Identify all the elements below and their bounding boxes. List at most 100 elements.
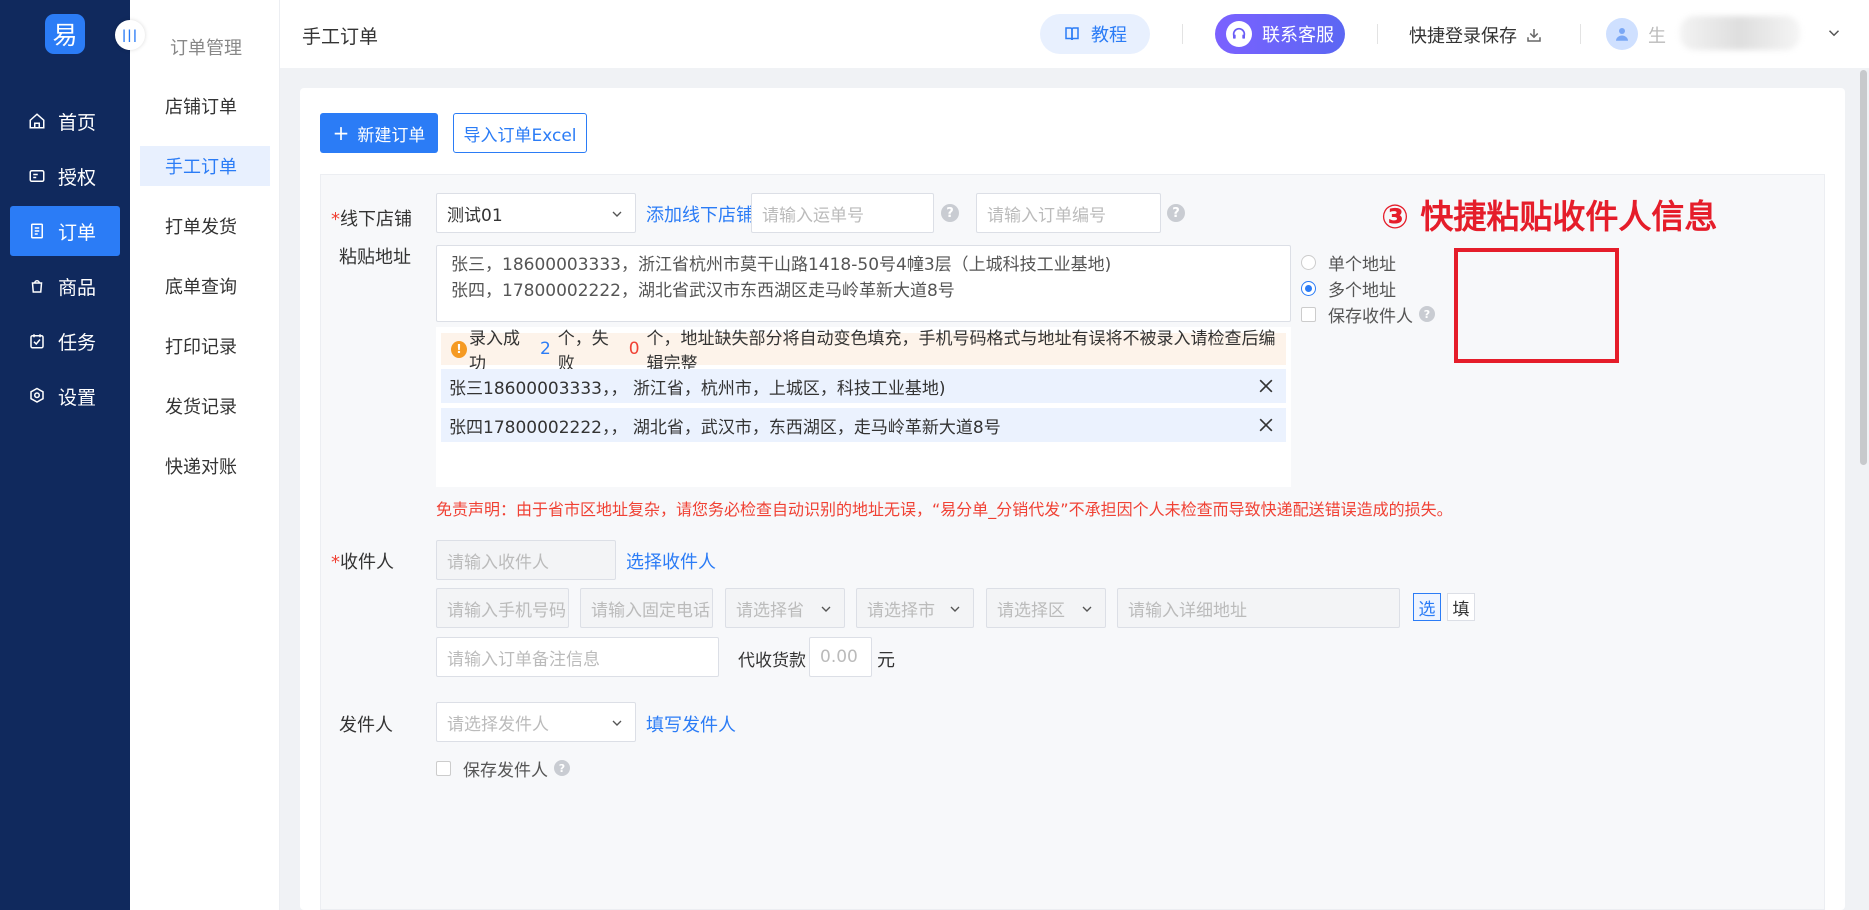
- sub-menu: 店铺订单 手工订单 打单发货 底单查询 打印记录 发货记录 快递对账: [140, 86, 270, 506]
- nav-label: 设置: [58, 386, 97, 409]
- header-divider: [1580, 24, 1581, 44]
- sub-item-print-records[interactable]: 打印记录: [140, 326, 270, 366]
- sub-item-manual-orders[interactable]: 手工订单: [140, 146, 270, 186]
- sender-label: 发件人: [339, 715, 393, 736]
- district-select[interactable]: 请选择区: [986, 588, 1106, 628]
- annotation-text: ③ 快捷粘贴收件人信息: [1381, 197, 1718, 236]
- nav-item-task[interactable]: 任务: [10, 316, 120, 366]
- sub-sidebar: ||| 订单管理 店铺订单 手工订单 打单发货 底单查询 打印记录 发货记录 快…: [115, 0, 280, 910]
- paste-address-textarea[interactable]: 张三，18600003333，浙江省杭州市莫干山路1418-50号4幢3层（上城…: [436, 245, 1291, 322]
- quick-login-save[interactable]: 快捷登录保存: [1409, 22, 1543, 48]
- chevron-down-icon: [821, 606, 831, 612]
- sub-item-ship-records[interactable]: 发货记录: [140, 386, 270, 426]
- plus-icon: +: [332, 121, 350, 145]
- help-icon[interactable]: ?: [554, 760, 570, 776]
- user-icon: [1616, 28, 1628, 41]
- cod-unit: 元: [877, 650, 895, 671]
- paste-line: 张三，18600003333，浙江省杭州市莫干山路1418-50号4幢3层（上城…: [451, 255, 1112, 275]
- sub-item-express-reconcile[interactable]: 快递对账: [140, 446, 270, 486]
- new-order-button[interactable]: + 新建订单: [320, 113, 438, 153]
- receiver-label: *收件人: [331, 552, 394, 573]
- nav-label: 首页: [58, 111, 97, 134]
- chevron-down-icon: [612, 211, 622, 217]
- header-divider: [1377, 24, 1378, 44]
- select-address-button[interactable]: 选: [1413, 593, 1441, 621]
- nav-item-settings[interactable]: 设置: [10, 371, 120, 421]
- download-icon: [1527, 29, 1541, 42]
- order-icon: [31, 223, 43, 239]
- page-title: 手工订单: [302, 26, 379, 48]
- nav-item-home[interactable]: 首页: [10, 96, 120, 146]
- fill-sender-link[interactable]: 填写发件人: [646, 711, 736, 737]
- tutorial-button[interactable]: 教程: [1040, 14, 1150, 54]
- contact-support-button[interactable]: 联系客服: [1215, 14, 1345, 54]
- user-name: 生: [1648, 26, 1666, 47]
- checkbox: [1301, 306, 1316, 322]
- help-icon[interactable]: ?: [941, 204, 959, 222]
- help-icon[interactable]: ?: [1419, 306, 1435, 322]
- headset-icon: [1226, 21, 1252, 47]
- sub-item-waybill-query[interactable]: 底单查询: [140, 266, 270, 306]
- collapse-sidebar-button[interactable]: |||: [115, 20, 145, 50]
- page-scrollbar[interactable]: [1860, 70, 1867, 465]
- checkbox: [436, 760, 451, 776]
- header-divider: [1182, 24, 1183, 44]
- close-icon[interactable]: [1256, 376, 1276, 396]
- cod-label: 代收货款: [738, 651, 806, 671]
- app-logo[interactable]: 易: [45, 14, 85, 54]
- new-order-label: 新建订单: [357, 125, 426, 146]
- sub-item-store-orders[interactable]: 店铺订单: [140, 86, 270, 126]
- multiple-address-radio[interactable]: 多个地址: [1301, 275, 1435, 301]
- fill-address-button[interactable]: 填: [1447, 593, 1475, 621]
- order-number-input[interactable]: 请输入订单编号: [976, 193, 1161, 233]
- paste-address-label: 粘贴地址: [339, 247, 411, 268]
- address-mode-options: 单个地址 多个地址 保存收件人?: [1301, 249, 1435, 327]
- avatar[interactable]: [1606, 18, 1638, 50]
- nav-item-order[interactable]: 订单: [10, 206, 120, 256]
- nav-item-goods[interactable]: 商品: [10, 261, 120, 311]
- paste-line: 张四，17800002222，湖北省武汉市东西湖区走马岭革新大道8号: [451, 281, 955, 301]
- chevron-down-icon: [612, 720, 622, 726]
- info-icon: !: [451, 340, 467, 358]
- book-icon: [1065, 27, 1079, 41]
- landline-input[interactable]: 请输入固定电话: [580, 588, 713, 628]
- nav-item-authorize[interactable]: 授权: [10, 151, 120, 201]
- quick-login-label: 快捷登录保存: [1409, 26, 1517, 47]
- user-name-redacted: [1680, 16, 1800, 50]
- support-label: 联系客服: [1262, 25, 1334, 46]
- tracking-number-input[interactable]: 请输入运单号: [751, 193, 934, 233]
- chevron-down-icon: [950, 606, 960, 612]
- store-select[interactable]: 测试01: [436, 193, 636, 233]
- parse-result-summary: ! 录入成功 2 个，失败 0 个，地址缺失部分将自动变色填充，手机号码格式与地…: [441, 329, 1286, 374]
- help-icon[interactable]: ?: [1167, 204, 1185, 222]
- import-excel-button[interactable]: 导入订单Excel: [453, 113, 587, 153]
- close-icon[interactable]: [1256, 415, 1276, 435]
- cod-amount-input[interactable]: 0.00: [809, 637, 872, 677]
- parsed-address-row[interactable]: 张三18600003333，， 浙江省，杭州市，上城区，科技工业基地): [441, 369, 1286, 403]
- nav-label: 商品: [58, 276, 97, 299]
- receiver-input[interactable]: 请输入收件人: [436, 540, 616, 580]
- add-offline-store-link[interactable]: 添加线下店铺: [646, 201, 754, 227]
- save-sender-checkbox[interactable]: 保存发件人 ?: [436, 755, 570, 781]
- city-select[interactable]: 请选择市: [856, 588, 974, 628]
- select-receiver-link[interactable]: 选择收件人: [626, 548, 716, 574]
- nav-label: 授权: [58, 166, 97, 189]
- parsed-address-row[interactable]: 张四17800002222，， 湖北省，武汉市，东西湖区，走马岭革新大道8号: [441, 408, 1286, 442]
- home-icon: [29, 113, 45, 129]
- top-header: 手工订单 教程 联系客服 快捷登录保存 生: [280, 0, 1869, 68]
- detail-address-input[interactable]: 请输入详细地址: [1117, 588, 1400, 628]
- fail-count: 0: [628, 339, 640, 359]
- save-receiver-checkbox[interactable]: 保存收件人?: [1301, 301, 1435, 327]
- annotation-highlight-box: [1454, 248, 1619, 363]
- disclaimer-text: 免责声明：由于省市区地址复杂，请您务必检查自动识别的地址无误，“易分单_分销代发…: [436, 500, 1453, 519]
- phone-input[interactable]: 请输入手机号码: [436, 588, 569, 628]
- sub-item-print-ship[interactable]: 打单发货: [140, 206, 270, 246]
- province-select[interactable]: 请选择省: [725, 588, 845, 628]
- single-address-radio[interactable]: 单个地址: [1301, 249, 1435, 275]
- chevron-down-icon[interactable]: [1825, 24, 1843, 42]
- order-remark-input[interactable]: 请输入订单备注信息: [436, 637, 719, 677]
- store-label: *线下店铺: [331, 209, 412, 230]
- authorize-icon: [29, 170, 45, 182]
- goods-icon: [31, 280, 43, 293]
- sender-select[interactable]: 请选择发件人: [436, 702, 636, 742]
